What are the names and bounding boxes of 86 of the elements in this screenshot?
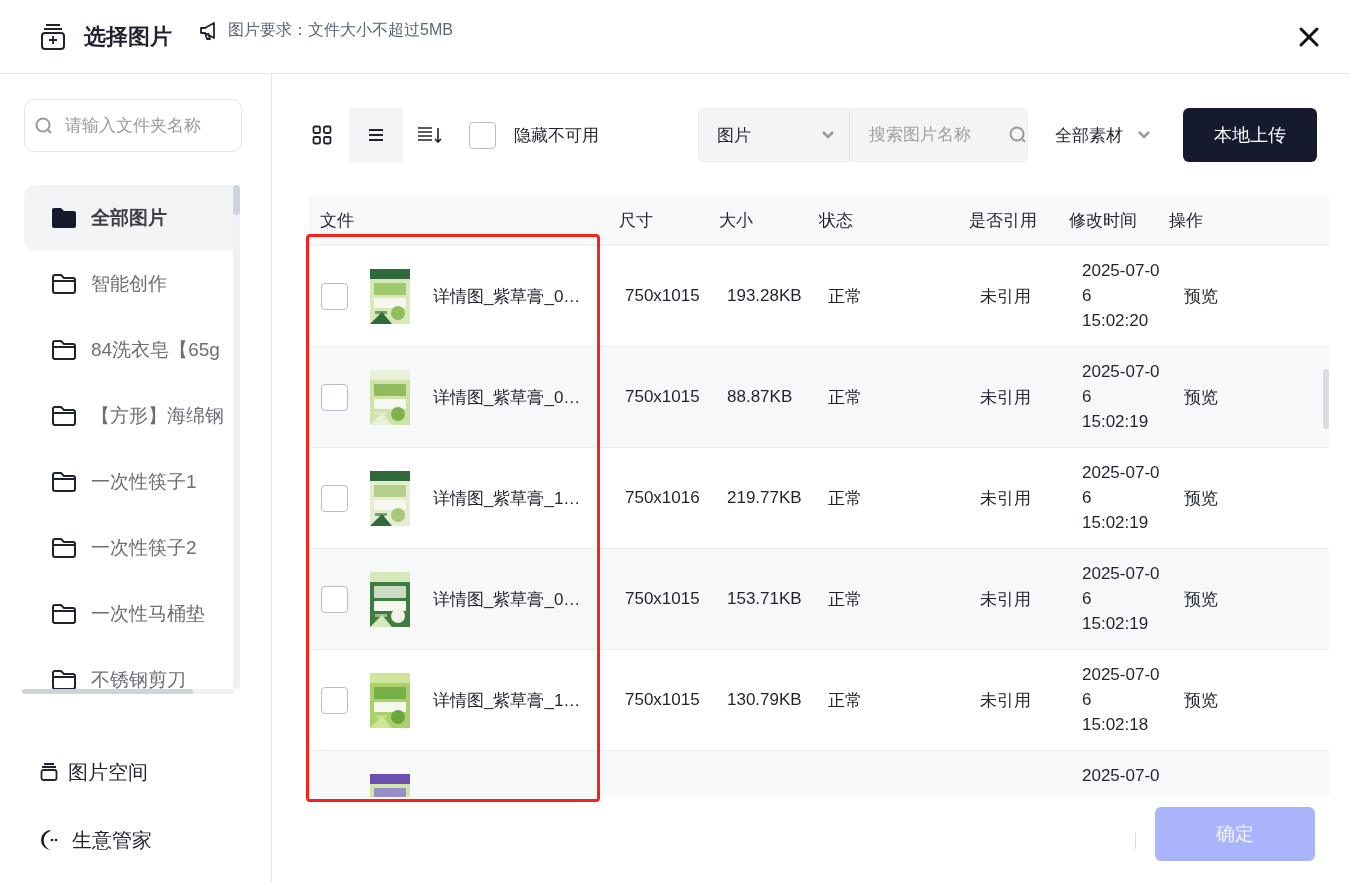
folder-icon — [51, 273, 77, 295]
folder-icon — [51, 207, 77, 229]
image-stack-icon — [40, 22, 66, 51]
dialog-title: 选择图片 — [84, 22, 172, 51]
table-cell: 193.28KB — [727, 286, 802, 305]
table-cell: 750x1015 — [625, 589, 700, 608]
search-icon — [35, 116, 53, 135]
table-cell: 750x1015 — [625, 387, 700, 406]
checkbox[interactable] — [321, 282, 348, 310]
preview-link[interactable]: 预览 — [1184, 286, 1218, 306]
list-view-button[interactable] — [349, 108, 403, 162]
table-cell: 正常 — [828, 589, 862, 609]
folder-icon — [51, 537, 77, 559]
grid-icon — [312, 125, 332, 145]
table-cell: 130.79KB — [727, 690, 802, 709]
list-icon — [367, 128, 385, 142]
table-cell: 正常 — [828, 387, 862, 407]
scrollbar[interactable] — [22, 689, 234, 694]
sidebar-link[interactable]: 图片空间 — [40, 752, 271, 792]
table-cell: 未引用 — [980, 387, 1031, 407]
table-cell-text: 2025-07-06 15:02:19 — [1082, 563, 1161, 635]
folder-search-field[interactable]: 请输入文件夹名称 — [24, 99, 242, 152]
upload-notice: 图片要求：文件大小不超过5MB — [228, 20, 453, 40]
table-cell: 正常 — [828, 690, 862, 710]
preview-link[interactable]: 预览 — [1184, 488, 1218, 508]
folder-icon — [51, 669, 77, 689]
checkbox[interactable] — [321, 383, 348, 411]
column-header: 文件 — [319, 209, 355, 232]
folder-item[interactable]: 智能创作 — [24, 251, 233, 317]
close-button[interactable] — [1298, 25, 1320, 48]
folder-item[interactable]: 一次性筷子1 — [24, 449, 233, 515]
preview-link[interactable]: 预览 — [1184, 690, 1218, 710]
upload-button[interactable]: 本地上传 — [1183, 108, 1317, 162]
image-stack-icon — [40, 762, 58, 782]
file-name: 详情图_紫草膏_0… — [433, 386, 581, 409]
table-cell-text: 2025-07-06 15:02:18 — [1082, 664, 1161, 736]
folder-item[interactable]: 【方形】海绵钢 — [24, 383, 233, 449]
file-name: 详情图_紫草膏_1… — [433, 487, 581, 510]
folder-icon — [51, 471, 77, 493]
table-cell: 750x1015 — [625, 286, 700, 305]
material-select[interactable]: 全部素材 — [1055, 123, 1151, 147]
scrollbar[interactable] — [1323, 369, 1329, 429]
file-name: 详情图_紫草膏_1… — [433, 689, 581, 712]
folder-item[interactable]: 一次性马桶垫 — [24, 581, 233, 647]
column-header: 状态 — [819, 209, 854, 232]
table-cell: 未引用 — [980, 690, 1031, 710]
preview-link[interactable]: 预览 — [1184, 387, 1218, 407]
checkbox[interactable] — [469, 121, 496, 149]
table-cell-text: 2025-07-06 15:02:20 — [1082, 260, 1161, 332]
column-header: 是否引用 — [969, 209, 1038, 232]
table-cell: 未引用 — [980, 589, 1031, 609]
table-cell: 219.77KB — [727, 488, 802, 507]
table-cell-text: 2025-07-06 15:02:19 — [1082, 462, 1161, 534]
column-header: 大小 — [719, 209, 754, 232]
chevron-down-icon — [1137, 130, 1151, 140]
table-cell: 正常 — [828, 286, 862, 306]
folder-item[interactable]: 84洗衣皂【65g — [24, 317, 233, 383]
checkbox[interactable] — [321, 686, 348, 714]
folder-item[interactable]: 全部图片 — [24, 185, 233, 251]
sidebar-link[interactable]: 生意管家 — [40, 820, 271, 860]
folder-search-input[interactable]: 请输入文件夹名称 — [63, 114, 227, 137]
table-cell: 未引用 — [980, 286, 1031, 306]
column-header: 操作 — [1169, 209, 1204, 232]
file-name: 详情图_紫草膏_0… — [433, 588, 581, 611]
table-cell-text: 2025-07-06 15:02:19 — [1082, 361, 1161, 433]
column-header: 尺寸 — [619, 209, 654, 232]
folder-item[interactable]: 不锈钢剪刀 — [24, 647, 233, 689]
sort-icon — [417, 126, 443, 144]
checkbox[interactable] — [321, 585, 348, 613]
table-cell: 153.71KB — [727, 589, 802, 608]
table-cell: 750x1016 — [625, 488, 700, 507]
folder-icon — [51, 603, 77, 625]
checkbox-label: 隐藏不可用 — [514, 124, 599, 147]
table-cell: 未引用 — [980, 488, 1031, 508]
folder-item[interactable]: 一次性筷子2 — [24, 515, 233, 581]
preview-link[interactable]: 预览 — [1184, 589, 1218, 609]
scrollbar[interactable] — [233, 185, 240, 689]
table-cell: 750x1015 — [625, 690, 700, 709]
checkbox[interactable] — [321, 484, 348, 512]
folder-icon — [51, 339, 77, 361]
folder-icon — [51, 405, 77, 427]
file-name: 详情图_紫草膏_0… — [433, 285, 581, 308]
table-cell: 正常 — [828, 488, 862, 508]
table-cell-text: 2025-07-0 — [1082, 765, 1161, 787]
table-cell: 88.87KB — [727, 387, 793, 406]
column-header: 修改时间 — [1069, 209, 1138, 232]
